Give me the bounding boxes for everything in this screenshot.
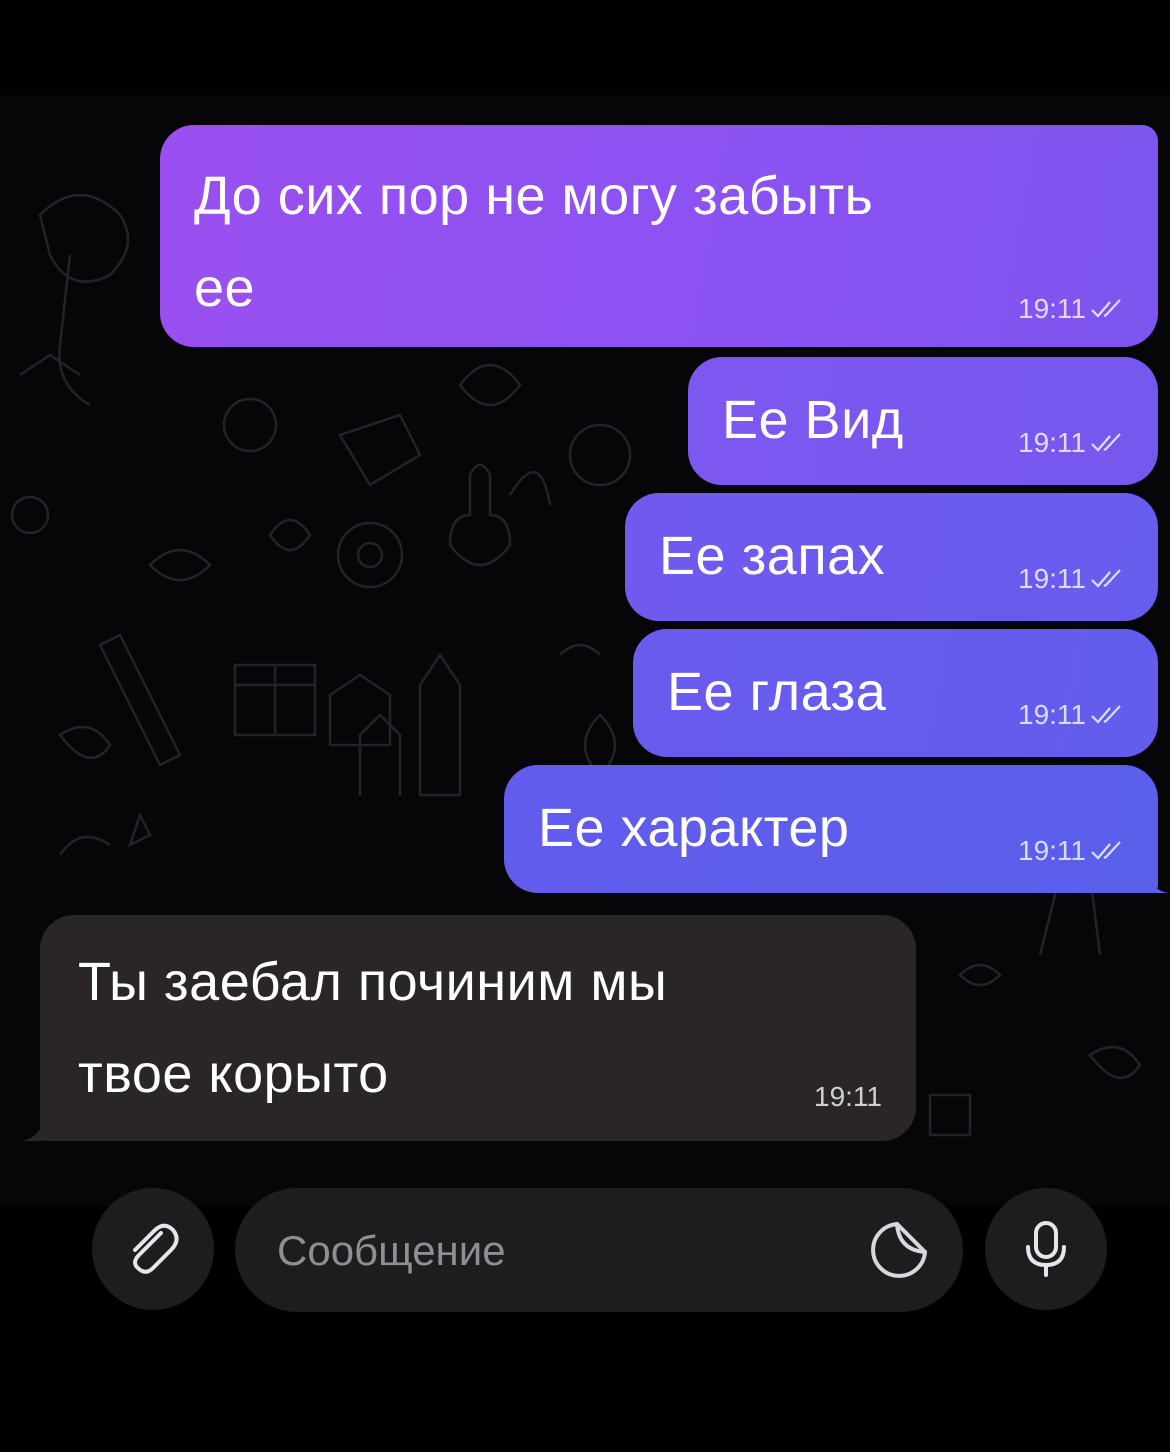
- message-text: Ее Вид: [722, 390, 904, 450]
- message-text: Ее глаза: [667, 662, 887, 722]
- message-time: 19:11: [1018, 835, 1086, 866]
- outgoing-message[interactable]: Ее характер 19:11: [504, 765, 1158, 893]
- paperclip-icon: [133, 1223, 179, 1274]
- outgoing-message[interactable]: Ее глаза 19:11: [633, 629, 1158, 757]
- message-meta: 19:11: [1018, 427, 1124, 459]
- microphone-icon: [1026, 1221, 1066, 1277]
- message-meta: 19:11: [814, 1081, 882, 1113]
- double-check-icon: [1091, 433, 1121, 452]
- message-text-line: Ты заебал починим мы: [78, 952, 668, 1012]
- message-text: Ее характер: [538, 798, 850, 858]
- message-text-line: ее: [194, 258, 256, 318]
- outgoing-message[interactable]: До сих пор не могу забыть ее 19:11: [160, 125, 1158, 347]
- double-check-icon: [1091, 299, 1121, 318]
- message-input[interactable]: [275, 1218, 839, 1284]
- bubble-tail: [1146, 867, 1168, 893]
- bubble-tail: [22, 1115, 44, 1141]
- double-check-icon: [1091, 705, 1121, 724]
- message-time: 19:11: [1018, 427, 1086, 458]
- outgoing-message[interactable]: Ее запах 19:11: [625, 493, 1158, 621]
- message-text: Ее запах: [659, 526, 886, 586]
- message-time: 19:11: [1018, 563, 1086, 594]
- microphone-button[interactable]: [985, 1188, 1107, 1310]
- chat-area: До сих пор не могу забыть ее 19:11 Ее Ви…: [0, 95, 1170, 1205]
- attach-button[interactable]: [92, 1188, 214, 1310]
- message-meta: 19:11: [1018, 699, 1124, 731]
- message-time: 19:11: [1018, 699, 1086, 730]
- message-time: 19:11: [814, 1081, 882, 1112]
- message-field[interactable]: [235, 1188, 963, 1312]
- message-meta: 19:11: [1018, 835, 1124, 867]
- message-text-line: До сих пор не могу забыть: [194, 166, 874, 226]
- double-check-icon: [1091, 569, 1121, 588]
- message-meta: 19:11: [1018, 563, 1124, 595]
- double-check-icon: [1091, 841, 1121, 860]
- sticker-icon[interactable]: [867, 1218, 931, 1282]
- incoming-message[interactable]: Ты заебал починим мы твое корыто 19:11: [40, 915, 916, 1141]
- message-time: 19:11: [1018, 293, 1086, 324]
- message-composer: [0, 1180, 1170, 1320]
- outgoing-message[interactable]: Ее Вид 19:11: [688, 357, 1158, 485]
- message-text-line: твое корыто: [78, 1044, 389, 1104]
- message-meta: 19:11: [1018, 293, 1124, 325]
